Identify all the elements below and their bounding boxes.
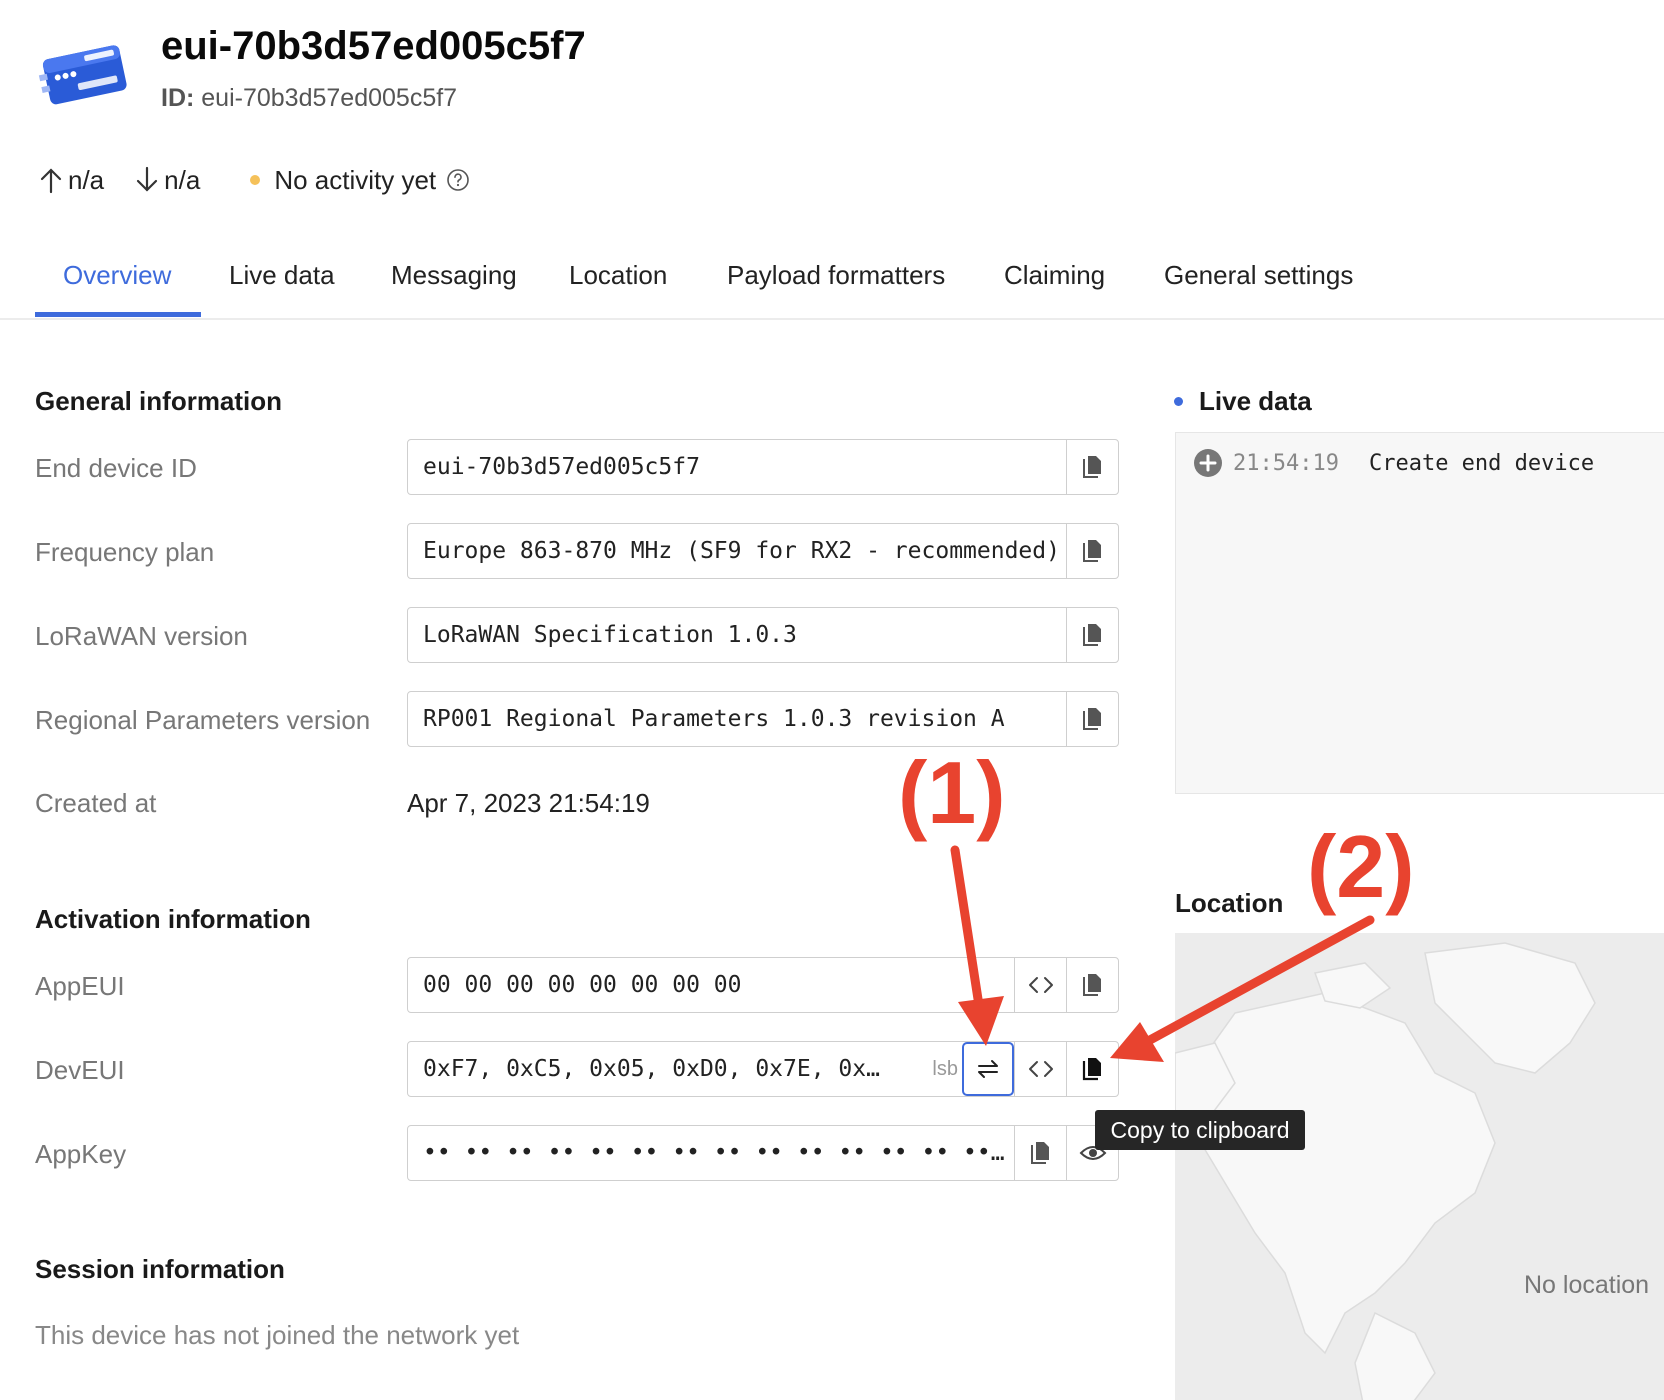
dev-eui-copy-button[interactable] — [1066, 1042, 1118, 1096]
device-stats: n/a n/a No activity yet — [38, 162, 470, 198]
end-device-id-field: eui-70b3d57ed005c5f7 — [407, 439, 1119, 495]
frequency-plan-copy-button[interactable] — [1066, 524, 1118, 578]
app-key-field: •• •• •• •• •• •• •• •• •• •• •• •• •• •… — [407, 1125, 1119, 1181]
tab-bar: Overview Live data Messaging Location Pa… — [0, 238, 1664, 320]
lorawan-version-label: LoRaWAN version — [35, 621, 248, 651]
active-tab-indicator — [35, 312, 201, 317]
general-information-title: General information — [35, 386, 283, 416]
end-device-id-copy-button[interactable] — [1066, 440, 1118, 494]
arrow-up-icon — [40, 168, 62, 194]
plus-circle-icon — [1194, 449, 1222, 477]
frequency-plan-value: Europe 863-870 MHz (SF9 for RX2 - recomm… — [423, 538, 1060, 564]
copy-icon — [1030, 1142, 1049, 1164]
copy-icon — [1082, 456, 1101, 478]
annotation-label-2: (2) — [1307, 817, 1415, 916]
activity-status-dot — [250, 175, 261, 185]
frequency-plan-field: Europe 863-870 MHz (SF9 for RX2 - recomm… — [407, 523, 1119, 579]
copy-icon — [1082, 974, 1101, 996]
tab-claiming[interactable]: Claiming — [1004, 260, 1105, 291]
live-data-status-dot — [1174, 397, 1183, 406]
location-title: Location — [1175, 888, 1284, 918]
dev-eui-value: 0xF7, 0xC5, 0x05, 0xD0, 0x7E, 0x… — [423, 1056, 880, 1082]
activity-status: No activity yet — [274, 164, 437, 195]
device-title: eui-70b3d57ed005c5f7 — [161, 24, 586, 68]
tab-location[interactable]: Location — [569, 260, 667, 291]
lorawan-version-value: LoRaWAN Specification 1.0.3 — [423, 622, 797, 648]
activation-information-title: Activation information — [35, 904, 311, 934]
regional-parameters-value: RP001 Regional Parameters 1.0.3 revision… — [423, 706, 1005, 732]
end-device-id-label: End device ID — [35, 453, 197, 483]
app-eui-field: 00 00 00 00 00 00 00 00 — [407, 957, 1119, 1013]
annotation-label-1: (1) — [898, 743, 1006, 842]
arrow-down-icon — [137, 166, 158, 192]
regional-parameters-field: RP001 Regional Parameters 1.0.3 revision… — [407, 691, 1119, 747]
app-eui-label: AppEUI — [35, 971, 125, 1001]
app-key-label: AppKey — [35, 1139, 127, 1169]
live-data-title: Live data — [1199, 386, 1312, 416]
annotation-arrow-1 — [950, 845, 1004, 1046]
lorawan-version-copy-button[interactable] — [1066, 608, 1118, 662]
live-data-panel[interactable] — [1175, 432, 1664, 794]
app-key-value: •• •• •• •• •• •• •• •• •• •• •• •• •• •… — [423, 1140, 1014, 1166]
app-eui-format-toggle-button[interactable] — [1014, 958, 1066, 1012]
code-brackets-icon — [1028, 977, 1053, 993]
device-id-line: ID: eui-70b3d57ed005c5f7 — [161, 84, 457, 113]
copy-icon — [1082, 1058, 1101, 1081]
code-brackets-icon — [1028, 1061, 1053, 1077]
downlink-stat: n/a — [134, 165, 200, 196]
uplink-stat: n/a — [38, 165, 104, 196]
copy-icon — [1082, 540, 1101, 562]
copy-tooltip: Copy to clipboard — [1095, 1110, 1305, 1150]
tab-live-data[interactable]: Live data — [229, 260, 335, 291]
copy-icon — [1082, 708, 1101, 730]
swap-arrows-icon — [978, 1060, 998, 1078]
app-eui-copy-button[interactable] — [1066, 958, 1118, 1012]
no-location-text: No location — [1524, 1271, 1650, 1299]
frequency-plan-label: Frequency plan — [35, 537, 215, 567]
downlink-value: n/a — [164, 164, 201, 195]
device-id-value: eui-70b3d57ed005c5f7 — [201, 84, 458, 112]
event-time: 21:54:19 — [1233, 450, 1339, 476]
location-map[interactable] — [1175, 933, 1664, 1400]
session-information-title: Session information — [35, 1254, 285, 1284]
dev-eui-label: DevEUI — [35, 1055, 125, 1085]
lorawan-version-field: LoRaWAN Specification 1.0.3 — [407, 607, 1119, 663]
question-circle-icon[interactable] — [446, 168, 470, 192]
session-status-message: This device has not joined the network y… — [35, 1320, 520, 1350]
app-key-copy-button[interactable] — [1014, 1126, 1066, 1180]
device-id-label: ID: — [161, 84, 195, 112]
device-logo-icon — [36, 40, 132, 112]
uplink-value: n/a — [68, 164, 105, 195]
created-at-label: Created at — [35, 788, 157, 818]
dev-eui-format-toggle-button[interactable] — [1014, 1042, 1066, 1096]
regional-parameters-copy-button[interactable] — [1066, 692, 1118, 746]
world-map-graphic — [1175, 933, 1664, 1400]
dev-eui-byte-order-swap-button[interactable] — [962, 1042, 1014, 1096]
end-device-id-value: eui-70b3d57ed005c5f7 — [423, 454, 700, 480]
tab-messaging[interactable]: Messaging — [391, 260, 517, 291]
live-data-event-row[interactable]: 21:54:19 Create end device — [1193, 448, 1594, 478]
tab-general-settings[interactable]: General settings — [1164, 260, 1353, 291]
event-text: Create end device — [1368, 450, 1595, 476]
regional-parameters-label: Regional Parameters version — [35, 705, 371, 735]
dev-eui-field: 0xF7, 0xC5, 0x05, 0xD0, 0x7E, 0x… lsb — [407, 1041, 1119, 1097]
tab-overview[interactable]: Overview — [63, 260, 171, 291]
tab-payload-formatters[interactable]: Payload formatters — [727, 260, 945, 291]
copy-icon — [1082, 624, 1101, 646]
byte-order-tag: lsb — [932, 1057, 958, 1080]
app-eui-value: 00 00 00 00 00 00 00 00 — [423, 972, 742, 998]
created-at-value: Apr 7, 2023 21:54:19 — [407, 788, 650, 818]
